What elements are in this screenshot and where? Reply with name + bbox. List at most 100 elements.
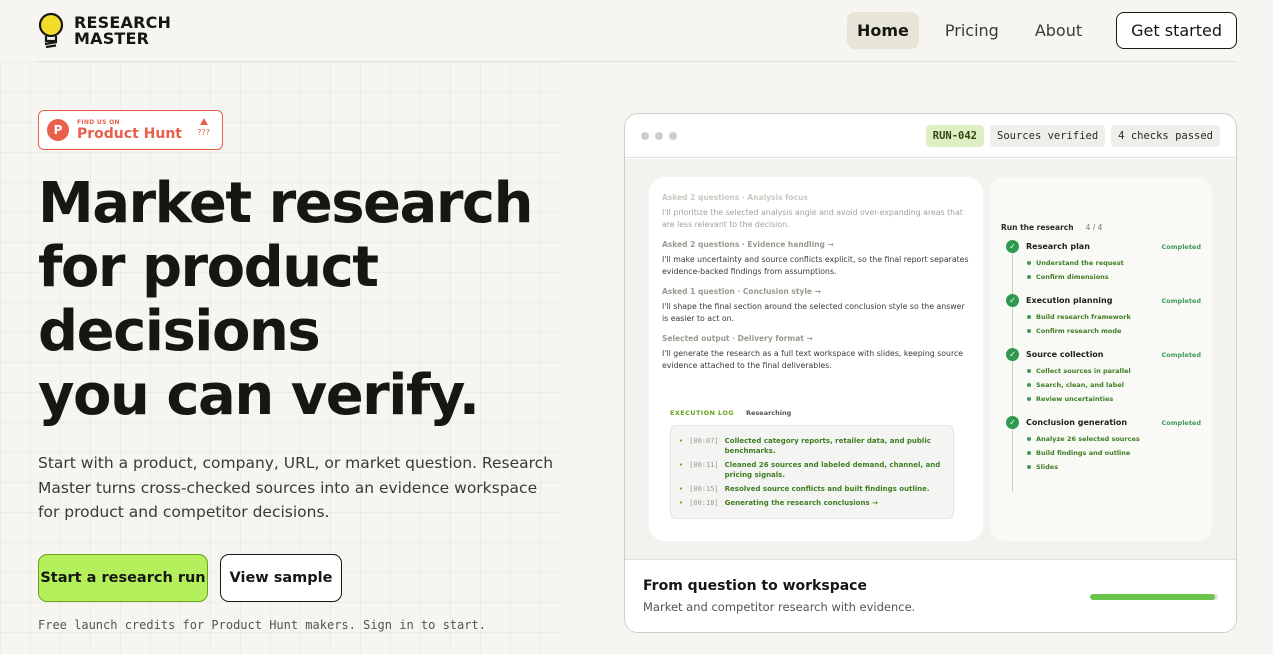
exec-log-title: EXECUTION LOG — [670, 409, 734, 417]
card-footer: From question to workspace Market and co… — [625, 559, 1236, 632]
exec-log-box: • [00:07] Collected category reports, re… — [670, 425, 954, 519]
log-bullet-icon: • — [679, 461, 684, 469]
step-subtask: Build findings and outline — [1001, 449, 1201, 457]
check-icon: ✓ — [1006, 416, 1019, 429]
plan-count: 4 / 4 — [1085, 223, 1103, 232]
step-subtask: Search, clean, and label — [1001, 381, 1201, 389]
research-plan-panel: Run the research 4 / 4 ✓ Research plan C… — [990, 177, 1212, 541]
chat-question: Asked 2 questions · Evidence handling → — [662, 240, 834, 249]
log-line: • [00:11] Cleaned 26 sources and labeled… — [679, 460, 945, 480]
bullet-icon — [1027, 329, 1031, 333]
log-bullet-icon: • — [679, 485, 684, 493]
subtask-label: Collect sources in parallel — [1036, 367, 1131, 375]
nav-home[interactable]: Home — [846, 12, 919, 49]
get-started-button[interactable]: Get started — [1116, 12, 1237, 49]
log-line: • [00:15] Resolved source conflicts and … — [679, 484, 945, 494]
ph-badge-eyebrow: FIND US ON — [77, 118, 120, 126]
log-message: Collected category reports, retailer dat… — [724, 437, 931, 455]
card-body: Asked 2 questions · Analysis focus I'll … — [625, 159, 1236, 559]
check-icon: ✓ — [1006, 240, 1019, 253]
workspace-preview-card: RUN-042 Sources verified 4 checks passed… — [624, 113, 1237, 633]
top-nav: RESEARCH MASTER Home Pricing About Get s… — [38, 0, 1237, 62]
step-subtask: Confirm dimensions — [1001, 273, 1201, 281]
checks-passed-chip: 4 checks passed — [1111, 125, 1220, 147]
progress-bar — [1090, 594, 1218, 600]
headline-line-2: for product — [38, 235, 379, 300]
chat-answer: I'll prioritize the selected analysis an… — [662, 208, 963, 229]
step-subtask: Build research framework — [1001, 313, 1201, 321]
check-icon: ✓ — [1006, 294, 1019, 307]
plan-step: ✓ Execution planning Completed Build res… — [1001, 294, 1201, 335]
hero-headline: Market research for product decisions yo… — [38, 172, 578, 428]
bullet-icon — [1027, 315, 1031, 319]
chat-question: Asked 2 questions · Analysis focus — [662, 193, 808, 202]
bullet-icon — [1027, 383, 1031, 387]
window-dot — [669, 132, 677, 140]
log-message: Generating the research conclusions → — [724, 499, 878, 507]
window-dot — [655, 132, 663, 140]
headline-line-3: decisions — [38, 299, 321, 364]
sources-verified-chip: Sources verified — [990, 125, 1106, 147]
step-status: Completed — [1161, 418, 1201, 427]
subtask-label: Slides — [1036, 463, 1059, 471]
hero-subtext: Start with a product, company, URL, or m… — [38, 454, 554, 521]
plan-step: ✓ Research plan Completed Understand the… — [1001, 240, 1201, 281]
step-title: Source collection — [1026, 350, 1104, 359]
log-message: Resolved source conflicts and built find… — [724, 485, 930, 493]
subtask-label: Build findings and outline — [1036, 449, 1131, 457]
bullet-icon — [1027, 369, 1031, 373]
step-subtask: Collect sources in parallel — [1001, 367, 1201, 375]
chat-question: Asked 1 question · Conclusion style → — [662, 287, 821, 296]
log-message: Cleaned 26 sources and labeled demand, c… — [724, 461, 941, 479]
step-title: Execution planning — [1026, 296, 1113, 305]
subtask-label: Search, clean, and label — [1036, 381, 1124, 389]
step-subtask: Understand the request — [1001, 259, 1201, 267]
bullet-icon — [1027, 451, 1031, 455]
view-sample-button[interactable]: View sample — [220, 554, 342, 602]
step-status: Completed — [1161, 296, 1201, 305]
start-research-button[interactable]: Start a research run — [38, 554, 208, 602]
upvote-arrow-icon — [199, 118, 208, 125]
brand-logo[interactable]: RESEARCH MASTER — [38, 12, 171, 50]
hero-footnote: Free launch credits for Product Hunt mak… — [38, 618, 486, 632]
step-status: Completed — [1161, 350, 1201, 359]
log-time: [00:07] — [689, 437, 719, 445]
subtask-label: Confirm research mode — [1036, 327, 1122, 335]
chat-panel: Asked 2 questions · Analysis focus I'll … — [649, 177, 983, 541]
log-bullet-icon: • — [679, 499, 684, 507]
step-subtask: Review uncertainties — [1001, 395, 1201, 403]
bullet-icon — [1027, 397, 1031, 401]
step-subtask: Slides — [1001, 463, 1201, 471]
nav-about[interactable]: About — [1025, 12, 1092, 49]
exec-log-status: Researching — [746, 409, 792, 417]
step-subtask: Analyze 26 selected sources — [1001, 435, 1201, 443]
bullet-icon — [1027, 275, 1031, 279]
log-time: [00:15] — [689, 485, 719, 493]
footer-title: From question to workspace — [643, 578, 867, 594]
chat-answer: I'll shape the final section around the … — [662, 302, 965, 323]
plan-steps: ✓ Research plan Completed Understand the… — [1001, 240, 1201, 492]
nav-pricing[interactable]: Pricing — [935, 12, 1009, 49]
subtask-label: Build research framework — [1036, 313, 1131, 321]
product-hunt-badge[interactable]: P FIND US ON Product Hunt ??? — [38, 110, 223, 150]
subtask-label: Review uncertainties — [1036, 395, 1114, 403]
ph-vote-count: ??? — [197, 128, 210, 137]
run-id-chip: RUN-042 — [925, 125, 985, 147]
headline-line-1: Market research — [38, 171, 534, 236]
window-dot — [641, 132, 649, 140]
card-toolbar: RUN-042 Sources verified 4 checks passed — [625, 114, 1236, 158]
plan-title: Run the research — [1001, 223, 1074, 232]
brand-line-2: MASTER — [74, 29, 150, 48]
subtask-label: Analyze 26 selected sources — [1036, 435, 1140, 443]
subtask-label: Confirm dimensions — [1036, 273, 1109, 281]
lightbulb-icon — [38, 12, 66, 50]
check-icon: ✓ — [1006, 348, 1019, 361]
footer-subtitle: Market and competitor research with evid… — [643, 600, 916, 614]
step-subtask: Confirm research mode — [1001, 327, 1201, 335]
step-title: Conclusion generation — [1026, 418, 1128, 427]
log-line: • [00:18] Generating the research conclu… — [679, 498, 945, 508]
chat-answer: I'll make uncertainty and source conflic… — [662, 255, 969, 276]
chat-question: Selected output · Delivery format → — [662, 334, 813, 343]
step-title: Research plan — [1026, 242, 1090, 251]
chat-answer: I'll generate the research as a full tex… — [662, 349, 964, 370]
